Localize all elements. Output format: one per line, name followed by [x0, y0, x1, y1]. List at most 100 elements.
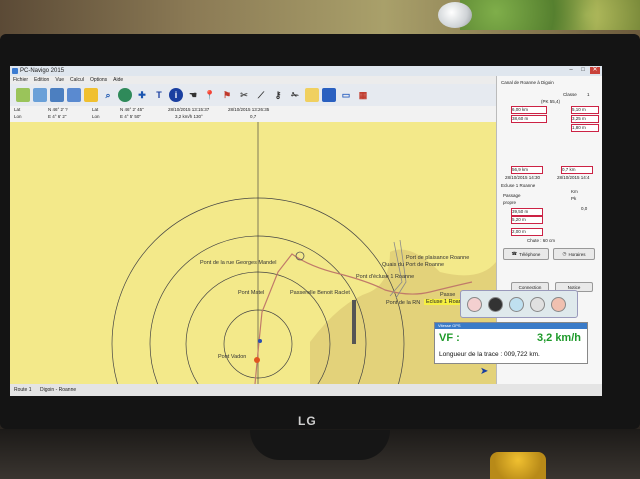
monitor-stand [250, 430, 390, 460]
propre-label: propre [503, 200, 517, 205]
menu-vue[interactable]: Vue [55, 76, 64, 84]
globe-icon[interactable] [118, 88, 132, 102]
toolbar: ⌕ ✚ T i ☚ 📍 ⚑ ✂ ⟋ ⚷ ✁ ▭ ▦ [10, 84, 496, 106]
chart-map[interactable]: Pont de la rue Georges Mandel Pont Matel… [10, 122, 496, 384]
compass-icon[interactable] [530, 296, 545, 312]
screen-icon[interactable]: ▭ [339, 88, 353, 102]
key-icon[interactable]: ⚷ [271, 88, 285, 102]
camera-dome [438, 2, 472, 28]
lon-label-2: Lon [92, 114, 100, 119]
time-from: 28/10/2015 14:30 [505, 175, 541, 180]
menu-aide[interactable]: Aide [113, 76, 123, 84]
tools-icon[interactable]: ✂ [237, 88, 251, 102]
info-icon[interactable]: i [169, 88, 183, 102]
time-to: 28/10/2015 14:4 [557, 175, 590, 180]
route-icon[interactable] [84, 88, 98, 102]
km-label: Km [571, 189, 578, 194]
water-icon[interactable] [509, 296, 524, 312]
lock-length: 39,50 m [511, 208, 543, 216]
zoom-icon[interactable]: ⌕ [101, 88, 115, 102]
label-pont-mandel: Pont de la rue Georges Mandel [200, 260, 277, 266]
lon-value-1: E 4° 6' 2" [48, 114, 67, 119]
label-passerelle-2: Passe [440, 292, 456, 298]
lat-label-2: Lat [92, 107, 99, 112]
yellow-object [490, 452, 546, 479]
ruler-icon[interactable]: ⟋ [254, 88, 268, 102]
status-section: Digoin - Roanne [40, 387, 77, 393]
maximize-button[interactable]: □ [578, 67, 588, 74]
telephone-button-label: Téléphone [519, 251, 541, 257]
menu-bar: Fichier Edition Vue Calcul Options Aide [10, 76, 499, 84]
map-drawing [111, 122, 496, 384]
open-map-icon[interactable] [33, 88, 47, 102]
time-start: 28/10/2015 13:15:37 [168, 107, 210, 112]
width-value: 38,60 m [511, 115, 547, 123]
connection-button-label: Connection [518, 284, 542, 290]
speed-header: Vitesse GPS [435, 323, 587, 329]
speed-value: 3,2 km/h [536, 332, 581, 344]
label-port-plaisance: Port de plaisance Roanne [406, 255, 470, 261]
coordinates-bar: Lat N 46° 2' ? Lat N 46° 2' 45" 28/10/20… [10, 106, 496, 122]
pin-icon[interactable]: 📍 [203, 88, 217, 102]
window-controls: – □ ✕ [566, 67, 600, 74]
classe-label: Classe [563, 92, 577, 97]
label-pont-rn: Pont de la RN [386, 300, 421, 306]
classe-value: 1 [587, 92, 590, 97]
pan-icon[interactable]: ✚ [135, 88, 149, 102]
flag-icon[interactable]: ⚑ [220, 88, 234, 102]
draft-value: 5,10 m [571, 106, 599, 114]
clock-icon: ◷ [562, 251, 567, 256]
chute-label: Chute : 60 cm [527, 238, 556, 243]
save-icon[interactable] [50, 88, 64, 102]
north-arrow-icon: ➤ [480, 366, 489, 377]
pk-label: Pk [571, 196, 577, 201]
close-button[interactable]: ✕ [590, 67, 600, 74]
highlight-icon[interactable] [305, 88, 319, 102]
menu-fichier[interactable]: Fichier [13, 76, 28, 84]
label-pont-ecluse: Pont d'écluse 1 Roanne [356, 274, 415, 280]
notice-button-label: Notice [567, 284, 581, 290]
ecluse-title: Ecluse 1 Roanne [501, 183, 536, 188]
menu-calcul[interactable]: Calcul [70, 76, 84, 84]
grid-icon[interactable]: ▦ [356, 88, 370, 102]
quick-icon-bar [460, 290, 578, 318]
passage-label: Passage [503, 193, 521, 198]
app-icon [12, 68, 18, 74]
speed-heading: 3,2 km/h 130° [175, 114, 203, 119]
minimize-button[interactable]: – [566, 67, 576, 74]
new-route-icon[interactable] [16, 88, 30, 102]
telephone-button[interactable]: ☎ Téléphone [503, 248, 549, 260]
no-entry-icon[interactable] [467, 296, 482, 312]
horaires-button-label: Horaires [568, 251, 586, 257]
label-passerelle: Passerelle Benoit Raclet [290, 290, 350, 296]
depth-value: 1,80 m [571, 124, 599, 132]
lock-depth: 2,00 m [511, 228, 543, 236]
canal-name: Canal de Roanne à Digoin [501, 80, 554, 85]
label-pont-vadon: Pont Vadon [218, 354, 247, 360]
dark-circle-icon[interactable] [488, 296, 503, 312]
hand-icon[interactable]: ☚ [186, 88, 200, 102]
lat-value-2: N 46° 2' 45" [120, 107, 144, 112]
screen: PC-Navigo 2015 – □ ✕ Fichier Edition Vue… [10, 66, 602, 396]
menu-edition[interactable]: Edition [34, 76, 49, 84]
text-icon[interactable]: T [152, 88, 166, 102]
print-icon[interactable] [67, 88, 81, 102]
lon-label-1: Lon [14, 114, 22, 119]
boat-icon[interactable] [322, 88, 336, 102]
scissors-icon[interactable]: ✁ [288, 88, 302, 102]
lat-label-1: Lat [14, 107, 21, 112]
air-draft-value: 3,25 m [571, 115, 599, 123]
length-value: 6,00 km [511, 106, 547, 114]
lon-value-2: E 4° 5' 50" [120, 114, 142, 119]
horaires-button[interactable]: ◷ Horaires [553, 248, 595, 260]
time-end: 28/10/2015 13:26:35 [228, 107, 270, 112]
lock-width: 5,20 m [511, 216, 543, 224]
distance-from: 56,9 km [511, 166, 543, 174]
speed-display: Vitesse GPS VF : 3,2 km/h Longueur de la… [434, 322, 588, 364]
menu-options[interactable]: Options [90, 76, 107, 84]
label-quais-port: Quais du Port de Roanne [382, 262, 445, 268]
monitor-logo: LG [298, 414, 317, 428]
window-title: PC-Navigo 2015 [20, 68, 65, 74]
current-position-icon [254, 357, 260, 363]
alert-icon[interactable] [551, 296, 566, 312]
